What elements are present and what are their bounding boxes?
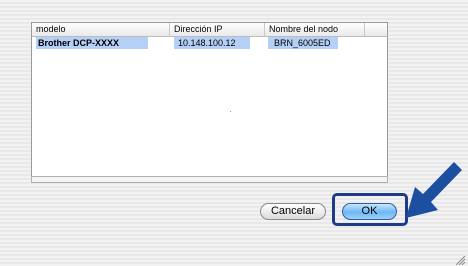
stray-dot	[230, 111, 231, 112]
cell-node: BRN_6005ED	[268, 37, 338, 49]
pointer-arrow-icon	[406, 162, 462, 218]
table-row[interactable]: Brother DCP-XXXX 10.148.100.12 BRN_6005E…	[32, 37, 387, 49]
horizontal-scrollbar[interactable]	[31, 176, 388, 183]
device-list[interactable]: modelo Dirección IP Nombre del nodo Brot…	[31, 22, 388, 182]
device-select-dialog: modelo Dirección IP Nombre del nodo Brot…	[0, 0, 468, 266]
column-header-model[interactable]: modelo	[32, 23, 170, 36]
column-header-node[interactable]: Nombre del nodo	[265, 23, 365, 36]
ok-button[interactable]: OK	[342, 203, 397, 220]
cell-model: Brother DCP-XXXX	[36, 37, 148, 49]
column-header-ip[interactable]: Dirección IP	[170, 23, 265, 36]
cancel-button[interactable]: Cancelar	[260, 203, 326, 220]
list-header: modelo Dirección IP Nombre del nodo	[32, 23, 387, 37]
cell-ip: 10.148.100.12	[174, 37, 250, 49]
resize-grip-icon[interactable]	[455, 255, 466, 265]
